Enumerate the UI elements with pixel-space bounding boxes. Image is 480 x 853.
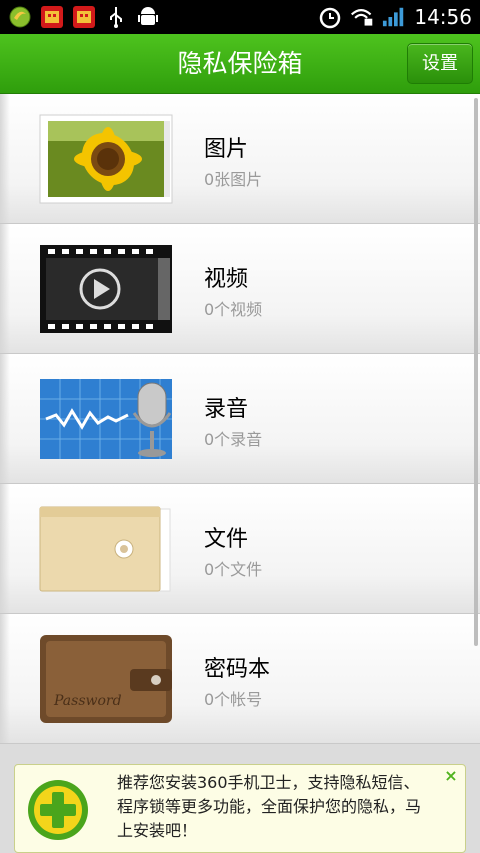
list-item-videos[interactable]: 视频 0个视频 <box>0 224 480 354</box>
item-count: 0张图片 <box>204 170 263 189</box>
item-count: 0个帐号 <box>204 690 263 709</box>
envelope-folder-icon <box>38 503 174 595</box>
photo-sunflower-icon <box>38 113 174 205</box>
list-item-recordings[interactable]: 录音 0个录音 <box>0 354 480 484</box>
vault-category-list: 图片 0张图片 视频 0个视频 录音 0个录音 文件 0个文件 Password… <box>0 94 480 744</box>
list-item-photos[interactable]: 图片 0张图片 <box>0 94 480 224</box>
password-wallet-icon: Password <box>38 633 174 725</box>
item-title: 视频 <box>204 267 249 292</box>
android-icon <box>136 5 160 29</box>
item-count: 0个录音 <box>204 430 263 449</box>
app-badge-icon <box>40 5 64 29</box>
promo-text: 推荐您安装360手机卫士，支持隐私短信、程序锁等更多功能，全面保护您的隐私，马上… <box>117 773 422 840</box>
status-bar: 14:56 <box>0 0 480 34</box>
item-title: 文件 <box>204 527 249 552</box>
item-title: 录音 <box>204 397 249 422</box>
wifi-lock-icon <box>350 5 374 29</box>
item-title: 图片 <box>204 137 249 162</box>
settings-button[interactable]: 设置 <box>407 43 473 84</box>
microphone-waveform-icon <box>38 373 174 465</box>
status-time: 14:56 <box>414 5 472 29</box>
signal-icon <box>382 5 406 29</box>
usb-icon <box>104 5 128 29</box>
item-title: 密码本 <box>204 657 271 682</box>
item-count: 0个文件 <box>204 560 263 579</box>
browser-ball-icon <box>8 5 32 29</box>
list-item-files[interactable]: 文件 0个文件 <box>0 484 480 614</box>
install-360-promo-banner[interactable]: 推荐您安装360手机卫士，支持隐私短信、程序锁等更多功能，全面保护您的隐私，马上… <box>14 764 466 853</box>
360-plus-icon <box>27 779 89 841</box>
svg-text:Password: Password <box>53 693 122 709</box>
close-icon[interactable]: × <box>437 765 465 789</box>
item-count: 0个视频 <box>204 300 263 319</box>
scrollbar[interactable] <box>474 98 478 646</box>
video-film-icon <box>38 243 174 335</box>
alarm-icon <box>318 5 342 29</box>
app-badge-icon <box>72 5 96 29</box>
list-item-password-book[interactable]: Password 密码本 0个帐号 <box>0 614 480 744</box>
title-bar: 隐私保险箱 设置 <box>0 34 480 94</box>
